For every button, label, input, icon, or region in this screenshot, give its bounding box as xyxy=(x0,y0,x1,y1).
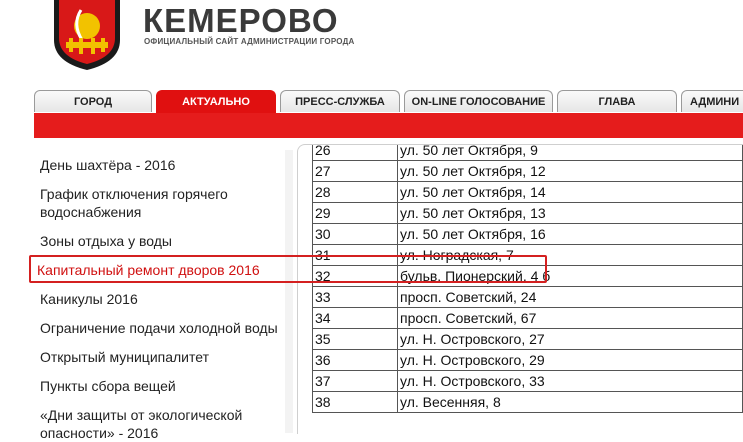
sidebar-item-kanikuly[interactable]: Каникулы 2016 xyxy=(40,290,290,308)
table-row: 30 ул. 50 лет Октября, 16 xyxy=(312,223,743,245)
table-row: 36 ул. Н. Островского, 29 xyxy=(312,349,743,371)
row-address-cell: ул. 50 лет Октября, 16 xyxy=(397,223,743,245)
main-nav-tabs: ГОРОД АКТУАЛЬНО ПРЕСС-СЛУЖБА ON-LINE ГОЛ… xyxy=(34,90,743,114)
sidebar-item-den-shakhtera[interactable]: День шахтёра - 2016 xyxy=(40,156,290,174)
table-row: 26 ул. 50 лет Октября, 9 xyxy=(312,145,743,161)
tab-gorod[interactable]: ГОРОД xyxy=(34,90,152,112)
row-address-cell: ул. 50 лет Октября, 14 xyxy=(397,181,743,203)
row-address-cell: ул. 50 лет Октября, 9 xyxy=(397,145,743,161)
tab-aktualno[interactable]: АКТУАЛЬНО xyxy=(156,90,276,114)
row-number-cell: 28 xyxy=(312,181,398,203)
row-number-cell: 26 xyxy=(312,145,398,161)
row-number-cell: 36 xyxy=(312,349,398,371)
row-number-cell: 34 xyxy=(312,307,398,329)
tab-glava[interactable]: ГЛАВА xyxy=(557,90,677,112)
row-number-cell: 29 xyxy=(312,202,398,224)
nav-red-bar xyxy=(34,113,743,138)
city-coat-of-arms-icon[interactable] xyxy=(52,0,122,70)
sidebar-scrollbar[interactable] xyxy=(285,150,293,433)
table-row: 27 ул. 50 лет Октября, 12 xyxy=(312,160,743,182)
row-address-cell: ул. 50 лет Октября, 12 xyxy=(397,160,743,182)
table-row: 33 просп. Советский, 24 xyxy=(312,286,743,308)
sidebar-item-dni-zashchity[interactable]: «Дни защиты от экологической опасности» … xyxy=(40,406,260,442)
sidebar-item-grafik-otklyucheniya[interactable]: График отключения горячего водоснабжения xyxy=(40,185,260,221)
tab-press-sluzhba[interactable]: ПРЕСС-СЛУЖБА xyxy=(280,90,400,112)
site-title[interactable]: КЕМЕРОВО xyxy=(143,2,339,40)
content-frame: 26 ул. 50 лет Октября, 9 27 ул. 50 лет Октя… xyxy=(297,144,743,434)
tab-online-golosovanie[interactable]: ON-LINE ГОЛОСОВАНИЕ xyxy=(404,90,553,112)
sidebar-item-punkty-sbora[interactable]: Пункты сбора вещей xyxy=(40,377,290,395)
table-row: 38 ул. Весенняя, 8 xyxy=(312,391,743,413)
site-subtitle: ОФИЦИАЛЬНЫЙ САЙТ АДМИНИСТРАЦИИ ГОРОДА xyxy=(144,37,355,46)
row-number-cell: 27 xyxy=(312,160,398,182)
row-number-cell: 33 xyxy=(312,286,398,308)
table-row: 37 ул. Н. Островского, 33 xyxy=(312,370,743,392)
row-address-cell: просп. Советский, 67 xyxy=(397,307,743,329)
row-address-cell: ул. Н. Островского, 29 xyxy=(397,349,743,371)
row-number-cell: 35 xyxy=(312,328,398,350)
table-row: 28 ул. 50 лет Октября, 14 xyxy=(312,181,743,203)
row-address-cell: ул. Н. Островского, 27 xyxy=(397,328,743,350)
table-row: 35 ул. Н. Островского, 27 xyxy=(312,328,743,350)
row-number-cell: 30 xyxy=(312,223,398,245)
row-number-cell: 37 xyxy=(312,370,398,392)
row-address-cell: ул. Н. Островского, 33 xyxy=(397,370,743,392)
highlight-annotation xyxy=(29,255,547,283)
table-row: 29 ул. 50 лет Октября, 13 xyxy=(312,202,743,224)
tab-administratsiya[interactable]: АДМИНИ xyxy=(681,90,743,112)
sidebar-item-zony-otdykha[interactable]: Зоны отдыха у воды xyxy=(40,232,290,250)
sidebar-item-otkrytyi-munitsipalitet[interactable]: Открытый муниципалитет xyxy=(40,348,290,366)
sidebar-item-ogranichenie-vody[interactable]: Ограничение подачи холодной воды xyxy=(40,319,290,337)
row-address-cell: ул. 50 лет Октября, 13 xyxy=(397,202,743,224)
row-address-cell: просп. Советский, 24 xyxy=(397,286,743,308)
table-row: 34 просп. Советский, 67 xyxy=(312,307,743,329)
row-number-cell: 38 xyxy=(312,391,398,413)
row-address-cell: ул. Весенняя, 8 xyxy=(397,391,743,413)
